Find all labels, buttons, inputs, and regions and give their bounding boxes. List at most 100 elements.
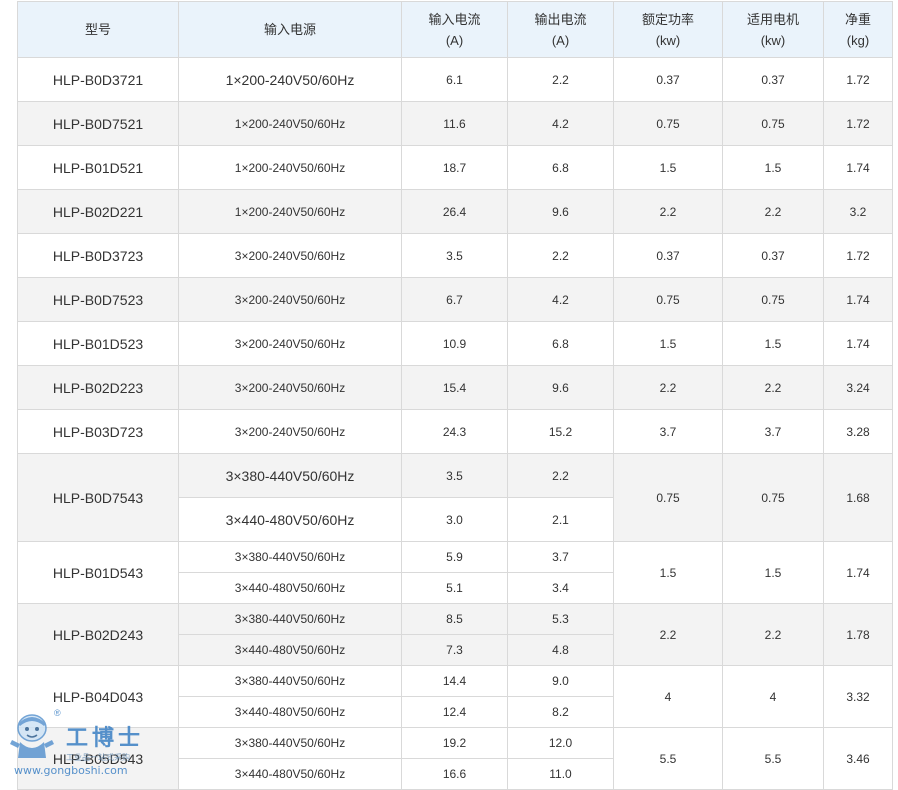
cell-rated-power: 5.5 <box>613 727 723 790</box>
cell-output-current: 6.8 <box>507 145 614 190</box>
cell-output-current: 2.2 <box>507 57 614 102</box>
header-rated-power: 额定功率 (kw) <box>613 1 723 58</box>
watermark: ® 工博士 工业品一站式采购 www.gongboshi.com <box>6 708 156 778</box>
cell-voltage: 1×200-240V50/60Hz <box>178 101 402 146</box>
cell-weight: 1.74 <box>823 541 893 604</box>
cell-output-current: 12.0 <box>507 727 614 759</box>
cell-model: HLP-B01D521 <box>17 145 179 190</box>
cell-voltage: 3×200-240V50/60Hz <box>178 277 402 322</box>
header-weight: 净重 (kg) <box>823 1 893 58</box>
cell-output-current: 2.2 <box>507 233 614 278</box>
cell-input-current: 14.4 <box>401 665 508 697</box>
cell-voltage: 3×440-480V50/60Hz <box>178 497 402 542</box>
cell-rated-power: 4 <box>613 665 723 728</box>
cell-model: HLP-B03D723 <box>17 409 179 454</box>
table-row: HLP-B0D7543 3×380-440V50/60Hz 3.5 2.2 0.… <box>17 453 893 542</box>
cell-weight: 1.72 <box>823 57 893 102</box>
cell-weight: 1.72 <box>823 101 893 146</box>
cell-output-current: 5.3 <box>507 603 614 635</box>
cell-voltage: 3×200-240V50/60Hz <box>178 409 402 454</box>
cell-motor: 0.75 <box>722 453 824 542</box>
cell-motor: 2.2 <box>722 365 824 410</box>
cell-model: HLP-B0D7543 <box>17 453 179 542</box>
cell-input-current: 24.3 <box>401 409 508 454</box>
cell-rated-power: 0.37 <box>613 233 723 278</box>
cell-motor: 0.37 <box>722 233 824 278</box>
cell-output-current: 3.4 <box>507 572 614 604</box>
cell-weight: 3.24 <box>823 365 893 410</box>
cell-weight: 3.46 <box>823 727 893 790</box>
cell-voltage: 1×200-240V50/60Hz <box>178 57 402 102</box>
cell-rated-power: 2.2 <box>613 365 723 410</box>
cell-output-current: 3.7 <box>507 541 614 573</box>
cell-motor: 0.37 <box>722 57 824 102</box>
header-model: 型号 <box>17 1 179 58</box>
cell-voltage: 3×380-440V50/60Hz <box>178 541 402 573</box>
cell-output-current: 4.8 <box>507 634 614 666</box>
cell-voltage: 3×440-480V50/60Hz <box>178 696 402 728</box>
cell-motor: 3.7 <box>722 409 824 454</box>
cell-rated-power: 0.75 <box>613 277 723 322</box>
cell-motor: 4 <box>722 665 824 728</box>
cell-weight: 1.74 <box>823 277 893 322</box>
cell-model: HLP-B0D3721 <box>17 57 179 102</box>
cell-rated-power: 2.2 <box>613 603 723 666</box>
header-output-current: 输出电流 (A) <box>507 1 614 58</box>
cell-voltage: 3×440-480V50/60Hz <box>178 572 402 604</box>
cell-weight: 3.32 <box>823 665 893 728</box>
cell-model: HLP-B02D223 <box>17 365 179 410</box>
table-row: HLP-B02D223 3×200-240V50/60Hz 15.4 9.6 2… <box>17 365 893 410</box>
cell-motor: 1.5 <box>722 145 824 190</box>
cell-rated-power: 0.75 <box>613 453 723 542</box>
table-row: HLP-B0D3721 1×200-240V50/60Hz 6.1 2.2 0.… <box>17 57 893 102</box>
cell-weight: 1.74 <box>823 321 893 366</box>
cell-input-current: 6.7 <box>401 277 508 322</box>
table-row: HLP-B03D723 3×200-240V50/60Hz 24.3 15.2 … <box>17 409 893 454</box>
watermark-url: www.gongboshi.com <box>14 764 128 777</box>
table-row: HLP-B02D243 3×380-440V50/60Hz 8.5 5.3 2.… <box>17 603 893 666</box>
cell-output-current: 6.8 <box>507 321 614 366</box>
watermark-brand-name: 工博士 <box>66 725 145 751</box>
cell-voltage: 1×200-240V50/60Hz <box>178 189 402 234</box>
cell-input-current: 15.4 <box>401 365 508 410</box>
cell-weight: 1.74 <box>823 145 893 190</box>
table-row: HLP-B0D7523 3×200-240V50/60Hz 6.7 4.2 0.… <box>17 277 893 322</box>
cell-rated-power: 2.2 <box>613 189 723 234</box>
table-row: HLP-B0D7521 1×200-240V50/60Hz 11.6 4.2 0… <box>17 101 893 146</box>
cell-output-current: 15.2 <box>507 409 614 454</box>
cell-voltage: 1×200-240V50/60Hz <box>178 145 402 190</box>
table-row: HLP-B0D3723 3×200-240V50/60Hz 3.5 2.2 0.… <box>17 233 893 278</box>
cell-motor: 1.5 <box>722 321 824 366</box>
cell-input-current: 5.9 <box>401 541 508 573</box>
cell-voltage: 3×200-240V50/60Hz <box>178 233 402 278</box>
cell-model: HLP-B0D3723 <box>17 233 179 278</box>
cell-output-current: 11.0 <box>507 758 614 790</box>
table-header: 型号 输入电源 输入电流 (A) 输出电流 (A) 额定功率 (kw) 适用电机 (kw… <box>17 1 893 58</box>
cell-motor: 5.5 <box>722 727 824 790</box>
cell-output-current: 2.1 <box>507 497 614 542</box>
table-row: HLP-B01D521 1×200-240V50/60Hz 18.7 6.8 1… <box>17 145 893 190</box>
cell-voltage: 3×380-440V50/60Hz <box>178 453 402 498</box>
cell-model: HLP-B01D543 <box>17 541 179 604</box>
cell-output-current: 9.6 <box>507 365 614 410</box>
cell-input-current: 3.5 <box>401 233 508 278</box>
cell-motor: 1.5 <box>722 541 824 604</box>
cell-model: HLP-B02D221 <box>17 189 179 234</box>
header-input-current: 输入电流 (A) <box>401 1 508 58</box>
table-row: HLP-B02D221 1×200-240V50/60Hz 26.4 9.6 2… <box>17 189 893 234</box>
cell-motor: 2.2 <box>722 603 824 666</box>
table-row: HLP-B01D543 3×380-440V50/60Hz 5.9 3.7 1.… <box>17 541 893 604</box>
cell-rated-power: 0.37 <box>613 57 723 102</box>
cell-model: HLP-B02D243 <box>17 603 179 666</box>
cell-input-current: 5.1 <box>401 572 508 604</box>
cell-output-current: 8.2 <box>507 696 614 728</box>
cell-input-current: 8.5 <box>401 603 508 635</box>
cell-input-current: 10.9 <box>401 321 508 366</box>
cell-voltage: 3×200-240V50/60Hz <box>178 321 402 366</box>
cell-voltage: 3×440-480V50/60Hz <box>178 634 402 666</box>
cell-input-current: 16.6 <box>401 758 508 790</box>
cell-input-current: 11.6 <box>401 101 508 146</box>
table-row: HLP-B01D523 3×200-240V50/60Hz 10.9 6.8 1… <box>17 321 893 366</box>
cell-voltage: 3×440-480V50/60Hz <box>178 758 402 790</box>
watermark-subtitle: 工业品一站式采购 <box>66 753 130 762</box>
